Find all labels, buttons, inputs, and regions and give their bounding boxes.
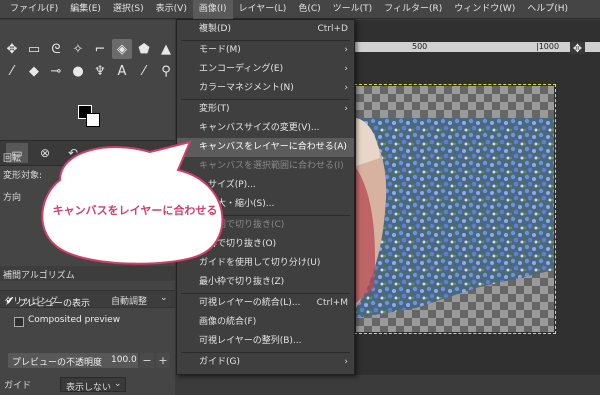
toolbox-panel: ✥ ▭ ᘓ ✧ ⌐ ◈ ⬟ ▲ ⁄ ◆ ⊸ ● ♆ A ⁄ ⚲ ▭ ⊗ ↶ ⧉ … [0,20,176,395]
menu-image[interactable]: 画像(I) [192,0,233,19]
show-preview-label: プレビューの表示 [18,299,91,309]
composited-preview-label: Composited preview [28,315,121,325]
lasso-tool-icon[interactable]: ᘓ [46,39,66,59]
ruler-mark-500: 500 [412,42,428,51]
layer-boundary [354,84,556,334]
device-status-tab-icon[interactable]: ⊗ [34,143,56,163]
guide-value: 表示しない [66,383,112,393]
chevron-down-icon[interactable]: ⌄ [160,293,168,303]
fuzzy-select-tool-icon[interactable]: ✧ [68,39,88,59]
menu-item-merge-visible-layers[interactable]: 可視レイヤーの統合(L)... Ctrl+M [177,294,354,313]
eraser-tool-icon[interactable]: ◆ [24,61,44,81]
show-preview-checkbox[interactable]: ✔ [5,295,15,306]
preview-opacity-slider[interactable]: プレビューの不透明度 100.0 [8,353,138,368]
dodge-burn-tool-icon[interactable]: ♆ [90,61,110,81]
ruler-mark-1000: |1000 [536,42,560,51]
undo-history-tab-icon[interactable]: ↶ [62,143,84,163]
warp-tool-icon[interactable]: ⬟ [134,39,154,59]
crop-tool-icon[interactable]: ⌐ [90,39,110,59]
menu-item-duplicate[interactable]: 複製(D) Ctrl+D [177,20,354,39]
preview-opacity-label: プレビューの不透明度 [12,358,103,368]
paintbrush-tool-icon[interactable]: ⁄ [2,61,22,81]
menu-colors[interactable]: 色(C) [292,0,326,19]
menu-item-canvas-size[interactable]: キャンバスサイズの変更(V)... [177,119,354,138]
background-color[interactable] [86,113,100,127]
submenu-arrow-icon: › [344,357,348,367]
submenu-arrow-icon: › [344,45,348,55]
direction-label: 方向 [3,193,22,203]
submenu-arrow-icon: › [344,83,348,93]
bucket-fill-tool-icon[interactable]: ▲ [156,39,176,59]
zoom-tool-icon[interactable]: ⚲ [156,61,176,81]
plus-button[interactable]: + [156,353,170,368]
menu-tools[interactable]: ツール(T) [327,0,379,19]
menu-item-color-management[interactable]: カラーマネジメント(N) › [177,79,354,98]
text-tool-icon[interactable]: A [112,61,132,81]
menu-layer[interactable]: レイヤー(L) [233,0,293,19]
menu-file[interactable]: ファイル(F) [4,0,64,19]
menu-item-crop-to-selection: …範囲で切り抜き(C) [199,220,285,230]
menu-item-guides[interactable]: ガイド(G) › [177,353,354,372]
menu-item-print-size[interactable]: …サイズ(P)... [177,176,354,195]
tab-menu-icon[interactable]: ◂ [157,143,171,163]
menu-item-flatten-image[interactable]: 画像の統合(F) [177,313,354,332]
menu-view[interactable]: 表示(V) [150,0,193,19]
image-menu-dropdown: 複製(D) Ctrl+D モード(M) › エンコーディング(E) › カラーマネジメ… [176,19,355,375]
guide-select[interactable]: 表示しない ⌄ [60,377,126,393]
minus-button[interactable]: − [140,353,154,368]
dock-tabs: ▭ ⊗ ↶ ⧉ ◂ [0,140,175,166]
menu-windows[interactable]: ウィンドウ(W) [448,0,521,19]
menubar: ファイル(F) 編集(E) 選択(S) 表示(V) 画像(I) レイヤー(L) … [0,0,600,19]
menu-help[interactable]: ヘルプ(H) [521,0,574,19]
menu-item-crop-to-content[interactable]: 内容で切り抜き(O) [177,235,354,254]
color-picker-tool-icon[interactable]: ⁄ [134,61,154,81]
rotate-label: 回転 [3,154,22,164]
menu-item-fit-canvas-to-layers[interactable]: キャンバスをレイヤーに合わせる(A) [177,138,354,157]
menu-item-slice-using-guides[interactable]: ガイドを使用して切り分け(U) [177,254,354,273]
menu-item-align-visible-layers[interactable]: 可視レイヤーの整列(B)... [177,332,354,351]
images-tab-icon[interactable]: ⧉ [90,143,112,163]
menu-item-transform[interactable]: 変形(T) › [177,100,354,119]
menu-item-encoding[interactable]: エンコーディング(E) › [177,60,354,79]
menu-select[interactable]: 選択(S) [107,0,150,19]
submenu-arrow-icon: › [344,64,348,74]
menu-item-fit-canvas-to-selection: キャンバスを選択範囲に合わせる(I) [199,161,344,171]
clipping-value[interactable]: 自動調整 [111,294,147,307]
navigate-icon[interactable]: ✥ [570,42,585,55]
preview-opacity-value: 100.0 [111,355,137,365]
callout-text: キャンバスをレイヤーに合わせる [52,204,218,217]
fg-bg-color-swatch[interactable] [78,105,102,129]
smudge-tool-icon[interactable]: ● [68,61,88,81]
interpolation-label: 補間アルゴリズム [3,271,75,281]
airbrush-tool-icon[interactable]: ⊸ [46,61,66,81]
transform-tool-icon[interactable]: ◈ [112,39,132,59]
guide-row: ガイド 表示しない ⌄ [0,374,175,395]
menu-filters[interactable]: フィルター(R) [378,0,448,19]
menu-item-zealous-crop[interactable]: 最小枠で切り抜き(Z) [177,273,354,292]
composited-preview-checkbox[interactable] [14,317,24,327]
transform-target-label: 変形対象: [3,171,43,181]
guide-label: ガイド [4,381,32,391]
rect-select-tool-icon[interactable]: ▭ [24,39,44,59]
menu-edit[interactable]: 編集(E) [64,0,107,19]
interpolation-header: 補間アルゴリズム [0,266,175,281]
chevron-down-icon: ⌄ [114,379,122,389]
move-tool-icon[interactable]: ✥ [2,39,22,59]
submenu-arrow-icon: › [344,104,348,114]
menu-item-mode[interactable]: モード(M) › [177,41,354,60]
